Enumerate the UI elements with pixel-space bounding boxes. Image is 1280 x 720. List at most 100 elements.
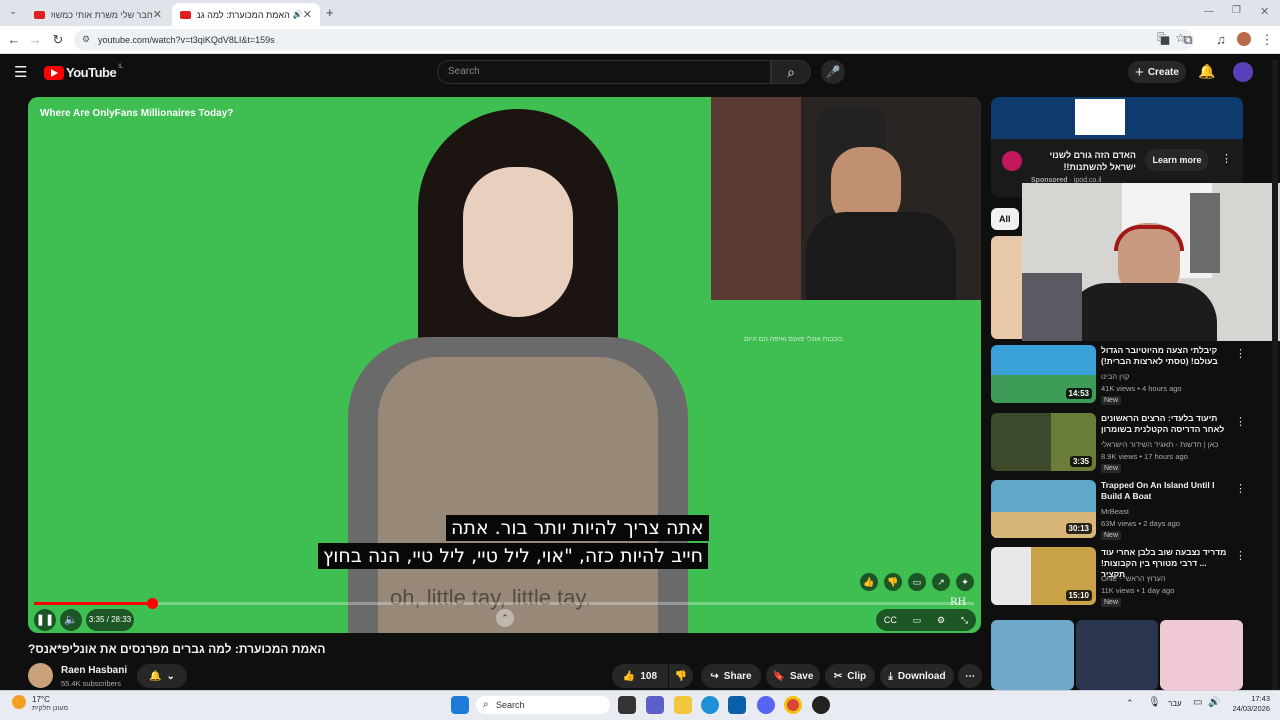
create-label: Create xyxy=(1147,66,1179,78)
save-button[interactable]: 🔖 Save xyxy=(766,664,820,688)
browser-toolbar: ← → ↻ ⚙ youtube.com/watch?v=t3qiKQdV8LI&… xyxy=(0,26,1280,54)
menu-dots-icon[interactable]: ⋮ xyxy=(1259,32,1275,48)
media-control-icon[interactable]: ♫ xyxy=(1213,32,1229,48)
tab-search-icon[interactable]: ⌄ xyxy=(6,6,20,20)
tray-chevron-icon[interactable]: ⌃ xyxy=(1126,698,1134,709)
shorts-shelf[interactable] xyxy=(991,620,1243,690)
item-menu-icon[interactable]: ⋮ xyxy=(1235,347,1246,360)
account-avatar[interactable] xyxy=(1233,62,1253,82)
chevron-up-icon[interactable]: ⌃ xyxy=(496,609,514,627)
weather-icon[interactable] xyxy=(12,695,26,709)
maximize-icon[interactable]: ❐ xyxy=(1232,5,1241,16)
sidebar-video-title: Trapped On An Island Until I Build A Boa… xyxy=(1101,480,1215,501)
network-icon[interactable]: ▭ xyxy=(1193,697,1202,708)
short-thumbnail[interactable] xyxy=(991,620,1074,690)
page-scrollbar[interactable] xyxy=(1272,60,1278,690)
teams-icon[interactable] xyxy=(646,696,664,714)
chip-all[interactable]: All xyxy=(991,208,1019,230)
chrome-icon[interactable] xyxy=(784,696,802,714)
partial-thumbnail[interactable] xyxy=(991,236,1023,339)
thumbnail-foreground xyxy=(991,547,1031,605)
search-input[interactable]: Search xyxy=(437,60,771,84)
more-actions-button[interactable]: ⋯ xyxy=(958,664,982,688)
item-menu-icon[interactable]: ⋮ xyxy=(1235,482,1246,495)
channel-name[interactable]: Raen Hasbani xyxy=(61,665,127,676)
clip-button[interactable]: ✂ Clip xyxy=(825,664,875,688)
list-item[interactable]: 30:13 Trapped On An Island Until I Build… xyxy=(991,480,1246,542)
progress-scrubber[interactable] xyxy=(147,598,158,609)
video-player[interactable]: Where Are OnlyFans Millionaires Today? כ… xyxy=(28,97,981,633)
ask-overlay-icon[interactable]: ✦ xyxy=(956,573,974,591)
sponsored-ad[interactable]: האדם הזה גורם לשנוי ישראל להשתנות!! Spon… xyxy=(991,97,1243,197)
captions-icon[interactable]: CC xyxy=(884,609,897,631)
tab-inactive[interactable]: חבר שלי משרת אותי כמשוק יום ✕ xyxy=(26,3,170,26)
taskbar-search[interactable]: ⌕ Search xyxy=(476,696,610,714)
settings-gear-icon[interactable]: ⚙ xyxy=(937,609,945,631)
taskbar-clock[interactable]: 17:43 24/03/2026 xyxy=(1224,694,1270,714)
language-indicator[interactable]: עבר xyxy=(1168,699,1182,708)
voice-search-button[interactable]: 🎤 xyxy=(821,60,845,84)
ad-banner-panel xyxy=(1075,99,1125,135)
like-overlay-icon[interactable]: 👍 xyxy=(860,573,878,591)
forward-icon[interactable]: → xyxy=(27,32,43,48)
minimize-icon[interactable]: — xyxy=(1204,6,1214,17)
discord-icon[interactable] xyxy=(757,696,775,714)
tray-mic-icon[interactable]: 🎙 xyxy=(1148,697,1161,708)
right-controls: CC ▭ ⚙ ⤡ xyxy=(876,609,976,631)
close-window-icon[interactable]: ✕ xyxy=(1260,5,1269,18)
volume-tray-icon[interactable]: 🔊 xyxy=(1208,697,1220,708)
site-info-icon[interactable]: ⚙ xyxy=(82,34,90,45)
short-thumbnail[interactable] xyxy=(1160,620,1243,690)
profile-avatar[interactable] xyxy=(1237,32,1251,46)
volume-icon[interactable]: 🔈 xyxy=(60,609,82,631)
hamburger-menu-icon[interactable]: ☰ xyxy=(14,63,27,81)
tab-close-icon[interactable]: ✕ xyxy=(303,8,312,21)
short-thumbnail[interactable] xyxy=(1075,620,1159,690)
task-view-icon[interactable] xyxy=(618,696,636,714)
share-arrow-icon: ↪ xyxy=(710,670,719,682)
windows-start-icon[interactable] xyxy=(451,696,469,714)
dislike-overlay-icon[interactable]: 👎 xyxy=(884,573,902,591)
edge-icon[interactable] xyxy=(701,696,719,714)
list-item[interactable]: 15:10 מדריד נצבעה שוב בלבן אחרי עוד ... … xyxy=(991,547,1246,609)
sidebar-video-title: תיעוד בלעדי: הרצים הראשונים לאחר הדריסה … xyxy=(1101,413,1225,434)
streamer-shirt xyxy=(806,212,956,300)
channel-avatar[interactable] xyxy=(28,663,53,688)
back-icon[interactable]: ← xyxy=(6,32,22,48)
subtitles-icon[interactable]: ▭ xyxy=(913,609,922,631)
list-item[interactable]: 3:35 תיעוד בלעדי: הרצים הראשונים לאחר הד… xyxy=(991,413,1246,475)
youtube-logo[interactable]: YouTube IL xyxy=(44,64,123,80)
address-bar[interactable]: ⚙ youtube.com/watch?v=t3qiKQdV8LI&t=159s… xyxy=(74,29,1194,51)
clip-label: Clip xyxy=(847,670,867,682)
list-item[interactable]: 14:53 קיבלתי הצעה מהיוטיובר הגדול בעולם!… xyxy=(991,345,1246,407)
share-button[interactable]: ↪ Share xyxy=(701,664,761,688)
file-explorer-icon[interactable] xyxy=(674,696,692,714)
item-menu-icon[interactable]: ⋮ xyxy=(1235,549,1246,562)
pause-button[interactable]: ❚❚ xyxy=(34,609,56,631)
learn-more-button[interactable]: Learn more xyxy=(1145,149,1209,171)
obs-icon[interactable] xyxy=(812,696,830,714)
video-side-watermark: כוכבות אונלי פאנס ואיפה הם היום xyxy=(744,336,843,343)
ad-menu-icon[interactable]: ⋮ xyxy=(1221,152,1232,165)
puzzle-icon[interactable]: ⧉ xyxy=(1180,32,1196,48)
download-button[interactable]: ⤓ Download xyxy=(880,664,954,688)
item-menu-icon[interactable]: ⋮ xyxy=(1235,415,1246,428)
tab-close-icon[interactable]: ✕ xyxy=(153,8,162,21)
reload-icon[interactable]: ↻ xyxy=(50,32,66,48)
subscribe-bell-button[interactable]: 🔔 ⌄ xyxy=(137,664,187,688)
speaker-icon[interactable]: 🔊 xyxy=(293,10,303,19)
comment-overlay-icon[interactable]: ▭ xyxy=(908,573,926,591)
extension-icon[interactable]: ◼ xyxy=(1157,32,1173,48)
store-icon[interactable] xyxy=(728,696,746,714)
fullscreen-exit-icon[interactable]: ⤡ xyxy=(961,609,968,631)
create-button[interactable]: + Create xyxy=(1128,61,1186,83)
progress-track[interactable] xyxy=(34,602,974,605)
search-button[interactable]: ⌕ xyxy=(771,60,811,84)
duration-badge: 14:53 xyxy=(1065,388,1092,399)
notifications-bell-icon[interactable]: 🔔 xyxy=(1198,63,1215,80)
new-tab-button[interactable]: + xyxy=(326,5,334,20)
share-overlay-icon[interactable]: ↗ xyxy=(932,573,950,591)
dislike-button[interactable]: 👎 xyxy=(669,664,693,688)
like-button[interactable]: 👍 108 xyxy=(612,664,668,688)
tab-active[interactable]: האמת המכוערת: למה גברי 🔊 ✕ xyxy=(172,3,320,26)
